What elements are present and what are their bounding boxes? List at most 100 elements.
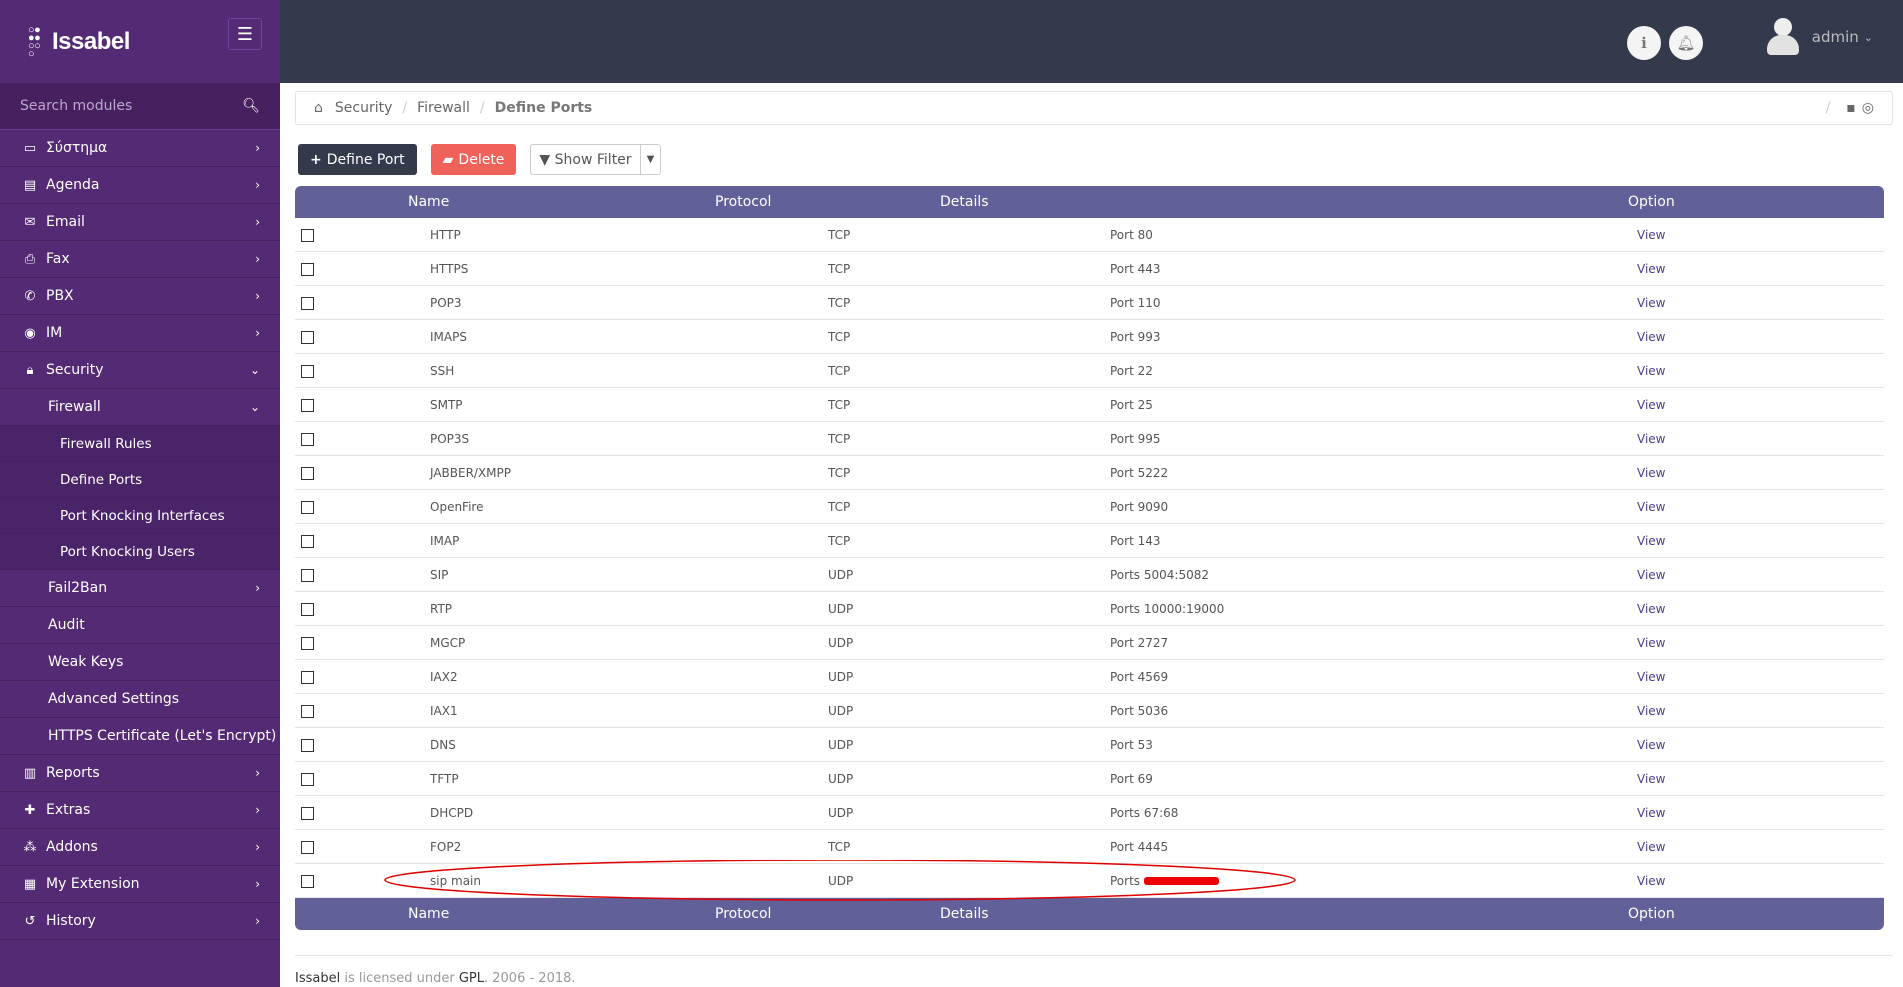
breadcrumb-firewall[interactable]: Firewall	[417, 100, 470, 116]
view-link-cell[interactable]: View	[1637, 830, 1665, 863]
row-checkbox[interactable]	[301, 841, 314, 854]
filter-dropdown-caret[interactable]: ▼	[639, 145, 661, 174]
name-cell: SMTP	[430, 397, 463, 412]
header-name: Name	[408, 906, 450, 922]
chevron-right-icon: ›	[255, 840, 260, 854]
view-link-cell[interactable]: View	[1637, 286, 1665, 319]
sidebar-item-fail2ban[interactable]: Fail2Ban ›	[0, 570, 280, 607]
sidebar-item-addons[interactable]: ⁂ Addons ›	[0, 829, 280, 866]
menu-toggle-button[interactable]: ☰	[228, 18, 262, 50]
name-cell: RTP	[430, 601, 453, 616]
view-link-cell[interactable]: View	[1637, 422, 1665, 455]
define-port-button[interactable]: + Define Port	[298, 144, 417, 175]
name-cell: IAX1	[430, 703, 458, 718]
view-link-cell[interactable]: View	[1637, 626, 1665, 659]
name-cell: IAX2	[430, 669, 458, 684]
sidebar-item-extras[interactable]: ✚ Extras ›	[0, 792, 280, 829]
sidebar-item-fax[interactable]: ⎙ Fax ›	[0, 241, 280, 278]
chevron-right-icon: ›	[255, 326, 260, 340]
header-protocol: Protocol	[715, 906, 772, 922]
table-row: POP3S TCP Port 995 View	[295, 422, 1884, 456]
row-checkbox[interactable]	[301, 331, 314, 344]
row-checkbox[interactable]	[301, 773, 314, 786]
sidebar-item-history[interactable]: ↺ History ›	[0, 903, 280, 940]
delete-button[interactable]: ▰ Delete	[430, 144, 517, 175]
show-filter-button[interactable]: ▼ Show Filter ▼	[530, 144, 662, 175]
sidebar-item-security[interactable]: 🔒︎ Security ⌄	[0, 352, 280, 389]
view-link-cell[interactable]: View	[1637, 558, 1665, 591]
view-link-cell[interactable]: View	[1637, 524, 1665, 557]
notifications-button[interactable]: 🔔︎	[1669, 26, 1703, 60]
view-link-cell[interactable]: View	[1637, 320, 1665, 353]
sidebar-item-email[interactable]: ✉ Email ›	[0, 204, 280, 241]
view-link-cell[interactable]: View	[1637, 660, 1665, 693]
sidebar-item-https-certificate-let-s-encrypt-[interactable]: HTTPS Certificate (Let's Encrypt)	[0, 718, 280, 755]
view-link-cell[interactable]: View	[1637, 728, 1665, 761]
row-checkbox[interactable]	[301, 501, 314, 514]
row-checkbox[interactable]	[301, 433, 314, 446]
footer-brand-link[interactable]: Issabel	[295, 971, 340, 986]
row-checkbox[interactable]	[301, 229, 314, 242]
header-details: Details	[940, 194, 989, 210]
sidebar-item-firewall[interactable]: Firewall ⌄	[0, 389, 280, 426]
protocol-cell: UDP	[828, 873, 854, 888]
protocol-cell: UDP	[828, 635, 854, 650]
view-link-cell[interactable]: View	[1637, 252, 1665, 285]
protocol-cell: UDP	[828, 669, 854, 684]
view-link-cell[interactable]: View	[1637, 490, 1665, 523]
view-link-cell[interactable]: View	[1637, 592, 1665, 625]
row-checkbox[interactable]	[301, 739, 314, 752]
view-link-cell[interactable]: View	[1637, 456, 1665, 489]
row-checkbox[interactable]	[301, 671, 314, 684]
sidebar-item-my-extension[interactable]: ▦ My Extension ›	[0, 866, 280, 903]
sidebar-item-define-ports[interactable]: Define Ports	[0, 462, 280, 498]
row-checkbox[interactable]	[301, 637, 314, 650]
view-link-cell[interactable]: View	[1637, 388, 1665, 421]
sidebar-item-reports[interactable]: ▥ Reports ›	[0, 755, 280, 792]
row-checkbox[interactable]	[301, 807, 314, 820]
details-cell: Port 4445	[1110, 839, 1169, 854]
sticky-note-icon[interactable]: ▪	[1846, 100, 1856, 116]
chevron-right-icon: ›	[255, 252, 260, 266]
view-link-cell[interactable]: View	[1637, 762, 1665, 795]
sidebar-item-port-knocking-interfaces[interactable]: Port Knocking Interfaces	[0, 498, 280, 534]
user-menu[interactable]: admin ⌄	[1766, 18, 1873, 56]
sidebar-item-advanced-settings[interactable]: Advanced Settings	[0, 681, 280, 718]
sidebar-item-pbx[interactable]: ✆ PBX ›	[0, 278, 280, 315]
plus-icon: +	[310, 151, 322, 168]
sidebar-item-firewall-rules[interactable]: Firewall Rules	[0, 426, 280, 462]
search-icon[interactable]: 🔍︎	[242, 98, 260, 114]
breadcrumb-security[interactable]: Security	[335, 100, 393, 116]
row-checkbox[interactable]	[301, 569, 314, 582]
gpl-link[interactable]: GPL	[459, 971, 484, 986]
help-lifebuoy-icon[interactable]: ◎	[1862, 100, 1874, 116]
sidebar-item-audit[interactable]: Audit	[0, 607, 280, 644]
view-link-cell[interactable]: View	[1637, 218, 1665, 251]
row-checkbox[interactable]	[301, 263, 314, 276]
protocol-cell: TCP	[828, 431, 851, 446]
table-row: JABBER/XMPP TCP Port 5222 View	[295, 456, 1884, 490]
row-checkbox[interactable]	[301, 365, 314, 378]
row-checkbox[interactable]	[301, 535, 314, 548]
view-link-cell[interactable]: View	[1637, 864, 1665, 897]
view-link-cell[interactable]: View	[1637, 796, 1665, 829]
row-checkbox[interactable]	[301, 467, 314, 480]
view-link-cell[interactable]: View	[1637, 354, 1665, 387]
row-checkbox[interactable]	[301, 603, 314, 616]
sidebar-item-weak-keys[interactable]: Weak Keys	[0, 644, 280, 681]
protocol-cell: TCP	[828, 329, 851, 344]
row-checkbox[interactable]	[301, 297, 314, 310]
protocol-cell: TCP	[828, 533, 851, 548]
view-link-cell[interactable]: View	[1637, 694, 1665, 727]
row-checkbox[interactable]	[301, 705, 314, 718]
row-checkbox[interactable]	[301, 399, 314, 412]
sidebar-item-port-knocking-users[interactable]: Port Knocking Users	[0, 534, 280, 570]
home-icon[interactable]: ⌂	[314, 100, 323, 116]
sidebar-item-im[interactable]: ◉ IM ›	[0, 315, 280, 352]
search-modules-input[interactable]: Search modules 🔍︎	[0, 83, 280, 130]
info-button[interactable]: ℹ	[1627, 26, 1661, 60]
row-checkbox[interactable]	[301, 875, 314, 888]
details-cell: Ports 67:68	[1110, 805, 1179, 820]
sidebar-item-σύστημα[interactable]: ▭ Σύστημα ›	[0, 130, 280, 167]
sidebar-item-agenda[interactable]: ▤ Agenda ›	[0, 167, 280, 204]
